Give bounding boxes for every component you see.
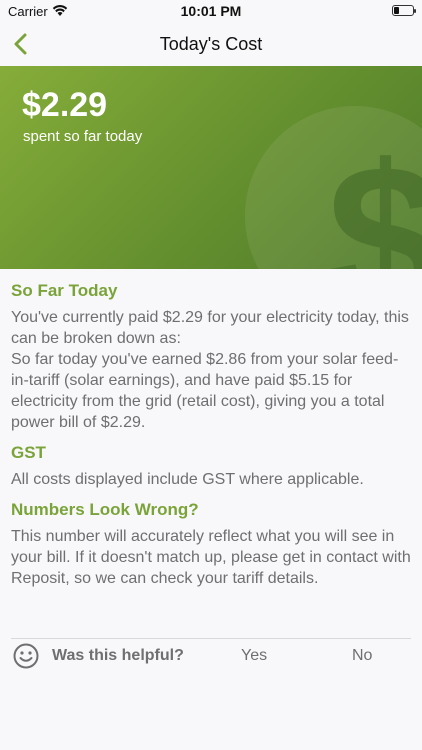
cost-amount: $2.29: [22, 86, 108, 124]
section-heading: So Far Today: [11, 281, 118, 300]
status-bar: Carrier 10:01 PM: [0, 0, 422, 24]
feedback-question: Was this helpful?: [52, 647, 184, 664]
cost-details: So Far Today You've currently paid $2.29…: [11, 281, 415, 589]
clock: 10:01 PM: [180, 3, 242, 19]
feedback-bar: Was this helpful? Yes No: [11, 642, 411, 672]
smiley-icon: [13, 643, 39, 669]
section-numbers-look-wrong: Numbers Look Wrong? This number will acc…: [11, 500, 415, 589]
section-paragraph: So far today you've earned $2.86 from yo…: [11, 351, 399, 431]
page-title: Today's Cost: [159, 34, 263, 54]
battery-icon: [392, 5, 416, 16]
feedback-no-button[interactable]: No: [352, 647, 372, 665]
section-paragraph: All costs displayed include GST where ap…: [11, 471, 364, 488]
section-paragraph: This number will accurately reflect what…: [11, 528, 411, 587]
dollar-circle-icon: $: [245, 106, 422, 269]
cost-subtitle: spent so far today: [23, 128, 143, 145]
section-heading: GST: [11, 443, 46, 462]
cost-summary-banner: $ $2.29 spent so far today: [0, 66, 422, 269]
navigation-bar: Today's Cost: [0, 24, 422, 66]
section-gst: GST All costs displayed include GST wher…: [11, 443, 415, 490]
section-so-far-today: So Far Today You've currently paid $2.29…: [11, 281, 415, 433]
svg-text:$: $: [327, 121, 422, 269]
section-heading: Numbers Look Wrong?: [11, 500, 199, 519]
feedback-yes-button[interactable]: Yes: [241, 647, 267, 665]
divider: [11, 638, 411, 639]
section-paragraph: You've currently paid $2.29 for your ele…: [11, 309, 409, 347]
